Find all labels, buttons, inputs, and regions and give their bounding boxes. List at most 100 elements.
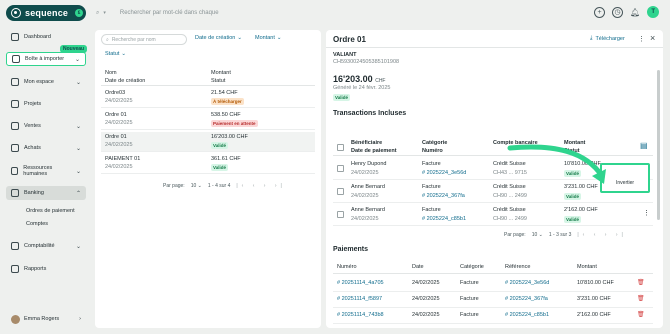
list-search[interactable]: ⌕ Recherche par nom	[101, 34, 187, 45]
transactions-title: Transactions Incluses	[333, 110, 407, 117]
chevron-down-icon: ⌄	[74, 56, 80, 63]
chevron-down-icon: ⌄	[75, 123, 81, 130]
download-button[interactable]: ⤓ Télécharger	[590, 35, 625, 42]
order-detail-panel: Ordre 01 ⤓ Télécharger ⋮ × VALIANT CH593…	[326, 30, 663, 328]
select-all-checkbox[interactable]	[337, 144, 344, 151]
plus-icon[interactable]: +	[594, 6, 605, 18]
sidebar-item-label: Rapports	[24, 266, 47, 272]
list-item[interactable]: Ordre03 24/02/2025 21.54 CHF À télécharg…	[101, 88, 315, 108]
row-checkbox[interactable]	[337, 165, 344, 172]
per-page-label: Par page:	[504, 232, 526, 238]
payment-link[interactable]: # 20251114_4a705	[337, 280, 384, 286]
row-checkbox[interactable]	[337, 211, 344, 218]
invoice-link[interactable]: # 2025224_3e56d	[422, 170, 466, 176]
status-badge: Validé	[211, 142, 229, 149]
payment-amount: 10'810.00 CHF	[577, 280, 614, 286]
reference-link[interactable]: # 2025224_367fa	[505, 296, 548, 302]
order-name: Ordre03	[105, 90, 126, 96]
row-checkbox[interactable]	[337, 188, 344, 195]
sidebar-item-hr[interactable]: Ressources humaines ⌄	[6, 164, 86, 178]
user-name: Emma Rogers	[24, 316, 60, 322]
sidebar-item-accounting[interactable]: Comptabilité ⌄	[6, 239, 86, 253]
sidebar-item-sales[interactable]: Ventes ⌄	[6, 119, 86, 133]
category: Facture	[422, 207, 441, 213]
payment-date: 24/02/2025	[351, 170, 379, 176]
sidebar-subitem-accounts[interactable]: Comptes	[26, 221, 48, 227]
list-search-input[interactable]: Recherche par nom	[112, 37, 156, 43]
sidebar-item-label: Ressources humaines	[23, 165, 53, 177]
scrollbar[interactable]	[657, 70, 660, 220]
per-page-select[interactable]: 10 ⌄	[532, 232, 543, 238]
payments-header: Numéro Date Catégorie Référence Montant	[333, 262, 653, 274]
beneficiary: Anne Bernard	[351, 207, 385, 213]
global-search-input[interactable]: Rechercher par mot-clé dans chaque	[120, 10, 219, 16]
clock-icon[interactable]: ◷	[612, 6, 623, 18]
table-row[interactable]: # 20251114_743b8 24/02/2025 Facture # 20…	[333, 308, 653, 324]
list-item[interactable]: PAIEMENT 01 24/02/2025 361.61 CHF Validé	[101, 154, 315, 174]
table-row[interactable]: # 20251114_4a705 24/02/2025 Facture # 20…	[333, 276, 653, 292]
logo-icon	[11, 8, 21, 18]
payment-link[interactable]: # 20251114_f5897	[337, 296, 382, 302]
table-row[interactable]: Anne Bernard 24/02/2025 Facture # 202522…	[333, 204, 653, 226]
per-page-select[interactable]: 10 ⌄	[191, 183, 202, 189]
page-nav-icons[interactable]: |‹ ‹ › ›|	[577, 232, 626, 238]
order-date: 24/02/2025	[105, 120, 133, 126]
list-item[interactable]: Ordre 01 24/02/2025 538.50 CHF Paiement …	[101, 110, 315, 130]
column-header[interactable]: Nom	[105, 70, 117, 76]
sidebar-item-purchases[interactable]: Achats ⌄	[6, 141, 86, 155]
page-nav-icons[interactable]: |‹ ‹ › ›|	[236, 183, 285, 189]
app-logo[interactable]: sequence ε	[6, 5, 86, 21]
filter-amount[interactable]: Montant ⌄	[255, 35, 281, 41]
order-date: 24/02/2025	[105, 164, 133, 170]
reference-link[interactable]: # 2025224_c85b1	[505, 312, 549, 318]
sidebar-item-dashboard[interactable]: Dashboard	[6, 30, 86, 44]
close-icon[interactable]: ×	[650, 33, 655, 43]
app-name: sequence	[25, 8, 69, 18]
top-actions: + ◷ 🔔︎ T	[594, 6, 660, 18]
more-icon[interactable]: ⋮	[638, 35, 645, 43]
sidebar-subitem-payment-orders[interactable]: Ordres de paiement	[26, 208, 75, 214]
payment-orders-list: ⌕ Recherche par nom Date de création ⌄ Mo…	[95, 30, 321, 328]
list-item[interactable]: Ordre 01 24/02/2025 16'203.00 CHF Validé	[101, 132, 315, 152]
bank-account: CH90 ... 2499	[493, 216, 527, 222]
sidebar-item-projects[interactable]: Projets	[6, 97, 86, 111]
sidebar-item-inbox[interactable]: Boîte à importer ⌄	[6, 52, 86, 66]
trash-icon[interactable]: 🗑︎	[637, 279, 645, 286]
order-amount: 16'203.00 CHF	[211, 134, 248, 140]
sidebar-item-reports[interactable]: Rapports	[6, 262, 86, 276]
payment-amount: 2'162.00 CHF	[577, 312, 611, 318]
column-header[interactable]: Statut	[211, 78, 225, 84]
filter-status[interactable]: Statut ⌄	[105, 51, 126, 57]
column-header: Bénéficiaire	[351, 140, 383, 146]
trash-icon[interactable]: 🗑︎	[637, 311, 645, 318]
invoice-link[interactable]: # 2025224_367fa	[422, 193, 465, 199]
bell-icon[interactable]: 🔔︎	[630, 8, 640, 17]
order-amount: 538.50 CHF	[211, 112, 241, 118]
table-row[interactable]: # 20251114_f5897 24/02/2025 Facture # 20…	[333, 292, 653, 308]
sidebar-item-my-space[interactable]: Mon espace ⌄	[6, 75, 86, 89]
account-reference: CH5930024505385101908	[333, 59, 400, 65]
sidebar-item-label: Comptabilité	[24, 243, 55, 249]
bank-account: CH90 ... 2499	[493, 193, 527, 199]
column-header: Catégorie	[422, 140, 448, 146]
reference-link[interactable]: # 2025224_3e56d	[505, 280, 549, 286]
popover-invert-item[interactable]: Invertier	[616, 180, 634, 186]
trash-icon[interactable]: 🗑︎	[637, 295, 645, 302]
amount-value: 16'203.00	[333, 74, 373, 84]
invoice-link[interactable]: # 2025224_c85b1	[422, 216, 466, 222]
user-menu[interactable]: Emma Rogers ›	[6, 312, 86, 326]
divider	[326, 47, 663, 48]
filter-created-date[interactable]: Date de création ⌄	[195, 35, 242, 41]
chevron-down-icon[interactable]: ▾	[103, 10, 106, 16]
column-header[interactable]: Date de création	[105, 78, 145, 84]
category: Facture	[460, 280, 479, 286]
row-more-icon[interactable]: ⋮	[643, 209, 650, 217]
sidebar-item-banking[interactable]: Banking ⌃	[6, 186, 86, 200]
user-avatar[interactable]: T	[647, 6, 660, 18]
column-header[interactable]: Montant	[211, 70, 231, 76]
columns-settings-icon[interactable]: ▤	[640, 141, 648, 150]
payment-link[interactable]: # 20251114_743b8	[337, 312, 384, 318]
column-header: Montant	[577, 264, 597, 270]
people-icon	[11, 167, 19, 175]
global-search[interactable]: ⌕ ▾ Rechercher par mot-clé dans chaque	[96, 7, 576, 19]
